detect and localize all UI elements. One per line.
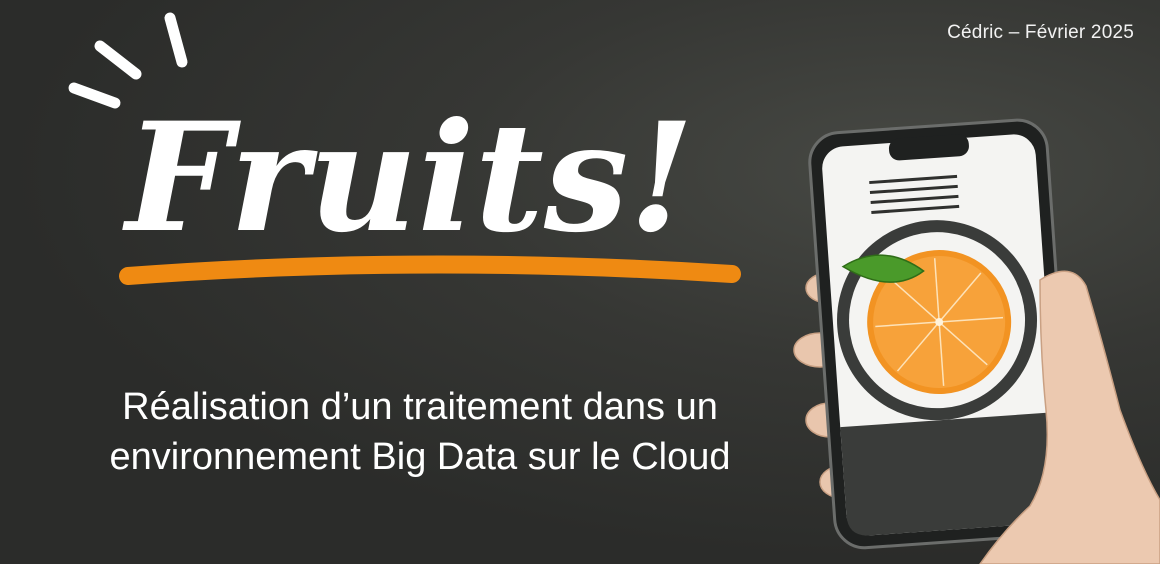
logo-title: Fruits! — [122, 90, 695, 266]
phone-illustration — [790, 110, 1160, 564]
logo-underline — [119, 255, 741, 285]
fruits-logo: Fruits! — [60, 8, 760, 308]
subtitle-line-1: Réalisation d’un traitement dans un — [122, 386, 718, 428]
author-date: Cédric – Février 2025 — [947, 22, 1134, 43]
subtitle: Réalisation d’un traitement dans un envi… — [60, 382, 780, 482]
subtitle-line-2: environnement Big Data sur le Cloud — [109, 436, 731, 478]
title-slide: Cédric – Février 2025 Fruits! Réalisatio… — [0, 0, 1160, 564]
